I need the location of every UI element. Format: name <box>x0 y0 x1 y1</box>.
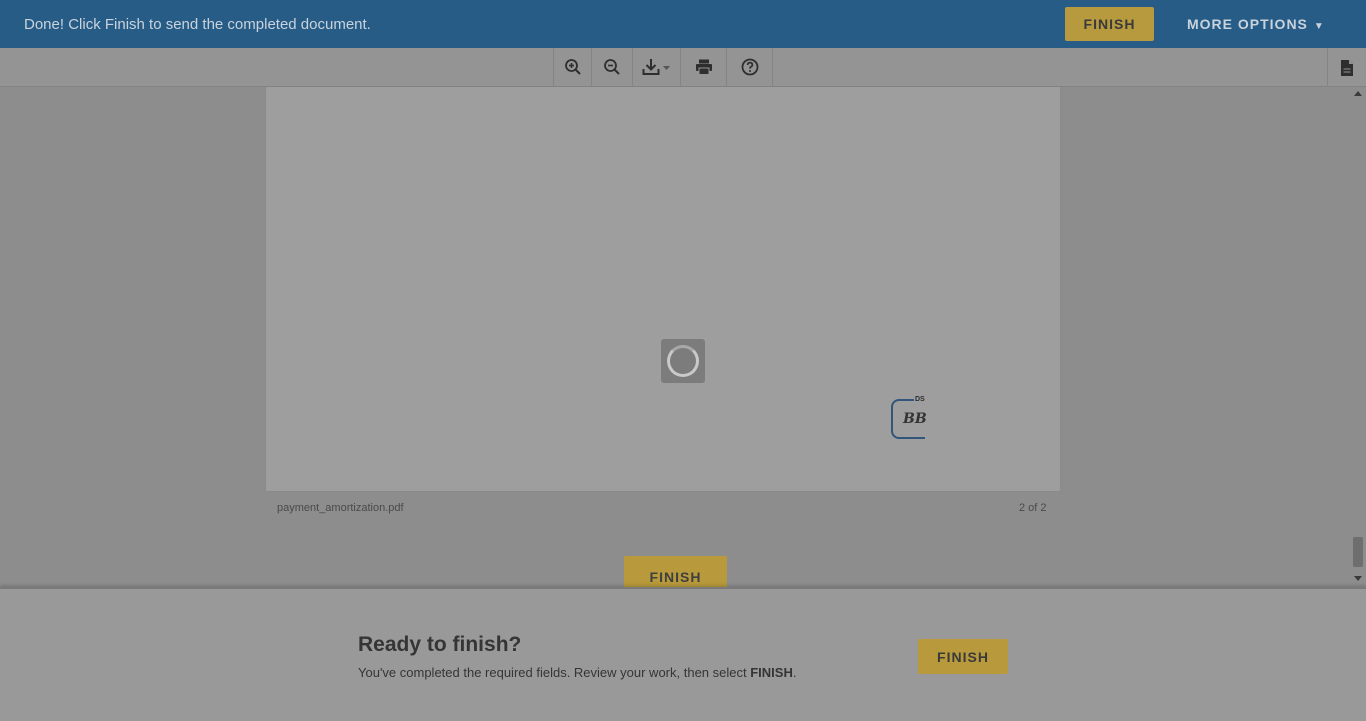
download-icon <box>642 59 670 75</box>
more-options-label: MORE OPTIONS <box>1187 16 1308 32</box>
print-button[interactable] <box>681 48 727 86</box>
finish-button-inline[interactable]: FINISH <box>624 556 727 587</box>
page-indicator: 2 of 2 <box>1019 502 1047 514</box>
banner-message: Done! Click Finish to send the completed… <box>24 16 371 33</box>
panel-description-emphasis: FINISH <box>750 665 793 680</box>
initials-tag: DS <box>914 396 926 403</box>
ready-to-finish-panel: Ready to finish? You've completed the re… <box>0 587 1366 721</box>
caret-down-icon: ▼ <box>1313 21 1325 32</box>
loading-spinner <box>661 339 705 383</box>
document-page <box>265 87 1061 492</box>
scroll-down-arrow-icon[interactable] <box>1354 576 1362 581</box>
finish-button-top[interactable]: FINISH <box>1065 7 1154 41</box>
help-icon <box>741 58 758 76</box>
initials-value: BB <box>903 411 927 427</box>
more-options-dropdown[interactable]: MORE OPTIONS ▼ <box>1187 16 1325 32</box>
panel-description-text: You've completed the required fields. Re… <box>358 665 751 680</box>
finish-button-bottom[interactable]: FINISH <box>918 639 1008 674</box>
zoom-out-button[interactable] <box>592 48 633 86</box>
panel-title: Ready to finish? <box>358 633 522 656</box>
print-icon <box>695 59 712 75</box>
download-button[interactable] <box>633 48 681 86</box>
document-viewer: DS BB payment_amortization.pdf 2 of 2 FI… <box>0 87 1350 587</box>
zoom-in-button[interactable] <box>553 48 592 86</box>
initials-field[interactable]: DS BB <box>891 396 927 439</box>
zoom-in-icon <box>564 59 581 75</box>
document-icon <box>1341 59 1353 76</box>
zoom-out-icon <box>604 59 620 75</box>
scroll-up-arrow-icon[interactable] <box>1354 91 1362 96</box>
vertical-scrollbar[interactable] <box>1350 87 1366 587</box>
document-toolbar <box>0 48 1366 87</box>
scroll-thumb[interactable] <box>1353 537 1363 567</box>
top-banner: Done! Click Finish to send the completed… <box>0 0 1366 48</box>
document-filename: payment_amortization.pdf <box>277 502 404 514</box>
document-panel-button[interactable] <box>1327 48 1366 87</box>
panel-description-end: . <box>792 665 797 680</box>
panel-description: You've completed the required fields. Re… <box>358 665 796 680</box>
spinner-icon <box>667 345 699 377</box>
help-button[interactable] <box>727 48 773 86</box>
